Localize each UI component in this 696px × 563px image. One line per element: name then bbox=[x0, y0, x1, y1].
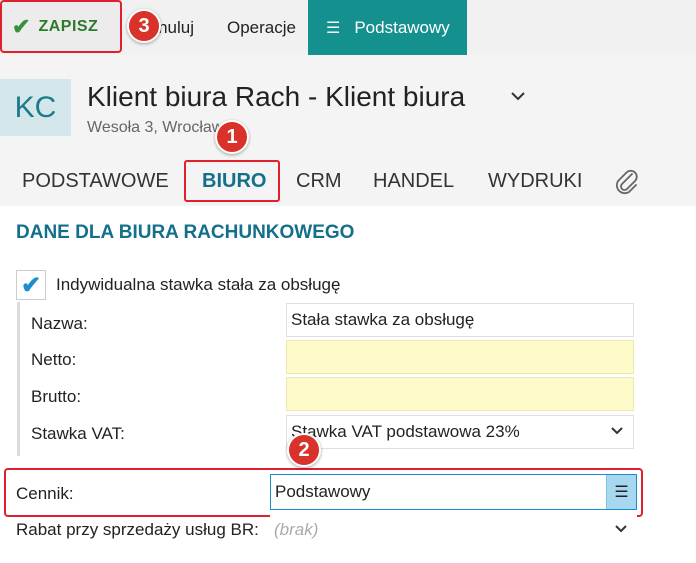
vat-select-value: Stawka VAT podstawowa 23% bbox=[291, 422, 520, 441]
hamburger-menu-icon: ☰ bbox=[326, 19, 341, 37]
individual-rate-row: ✔ Indywidualna stawka stała za obsługę bbox=[16, 270, 340, 300]
save-button[interactable]: ✔ ZAPISZ bbox=[0, 0, 122, 53]
chevron-down-icon bbox=[615, 520, 627, 538]
brutto-label: Brutto: bbox=[31, 387, 82, 406]
tab-bar: PODSTAWOWE BIURO CRM HANDEL WYDRUKI bbox=[0, 162, 696, 206]
annotation-badge-3: 3 bbox=[127, 9, 161, 43]
tab-biuro-highlight bbox=[184, 160, 280, 202]
cennik-value: Podstawowy bbox=[275, 482, 371, 501]
checkmark-icon: ✔ bbox=[12, 13, 31, 39]
toolbar: ✔ ZAPISZ ✕ Anuluj Operacje ☰ Podstawowy bbox=[0, 0, 696, 55]
section-title: DANE DLA BIURA RACHUNKOWEGO bbox=[16, 222, 355, 243]
checkmark-icon: ✔ bbox=[20, 271, 42, 299]
vat-label: Stawka VAT: bbox=[31, 424, 125, 443]
profile-label: Podstawowy bbox=[354, 17, 450, 37]
operations-label: Operacje bbox=[227, 17, 296, 37]
chevron-down-icon[interactable] bbox=[510, 85, 526, 108]
tab-podstawowe[interactable]: PODSTAWOWE bbox=[22, 170, 169, 193]
tab-handel[interactable]: HANDEL bbox=[373, 170, 454, 193]
record-header: KC Klient biura Rach - Klient biura Weso… bbox=[0, 55, 696, 162]
operations-menu[interactable]: Operacje bbox=[227, 0, 296, 55]
list-icon: ☰ bbox=[614, 484, 629, 501]
annotation-badge-1: 1 bbox=[215, 120, 249, 154]
nazwa-label: Nazwa: bbox=[31, 314, 88, 333]
rabat-select[interactable]: (brak) bbox=[270, 514, 637, 548]
brutto-field[interactable] bbox=[286, 377, 634, 411]
tab-crm[interactable]: CRM bbox=[296, 170, 342, 193]
cennik-field[interactable]: Podstawowy ☰ bbox=[270, 474, 637, 510]
avatar: KC bbox=[0, 79, 71, 136]
rabat-label: Rabat przy sprzedaży usług BR: bbox=[16, 520, 259, 539]
main-content: DANE DLA BIURA RACHUNKOWEGO ✔ Indywidual… bbox=[0, 206, 696, 563]
profile-menu-button[interactable]: ☰ Podstawowy bbox=[308, 0, 467, 55]
save-button-label: ZAPISZ bbox=[38, 17, 99, 35]
rabat-select-value: (brak) bbox=[274, 520, 319, 539]
paperclip-icon[interactable] bbox=[614, 168, 640, 201]
netto-label: Netto: bbox=[31, 350, 77, 369]
vat-select[interactable]: Stawka VAT podstawowa 23% bbox=[286, 415, 634, 449]
address-subtitle: Wesoła 3, Wrocław bbox=[87, 119, 224, 136]
individual-rate-label: Indywidualna stawka stała za obsługę bbox=[56, 275, 341, 294]
nazwa-field[interactable]: Stała stawka za obsługę bbox=[286, 303, 634, 337]
group-divider bbox=[17, 302, 20, 456]
tab-wydruki[interactable]: WYDRUKI bbox=[488, 170, 582, 193]
cennik-list-button[interactable]: ☰ bbox=[606, 475, 636, 509]
individual-rate-checkbox[interactable]: ✔ bbox=[16, 270, 46, 300]
cennik-label: Cennik: bbox=[16, 484, 74, 503]
page-title: Klient biura Rach - Klient biura bbox=[87, 81, 466, 112]
annotation-badge-2: 2 bbox=[287, 433, 321, 467]
chevron-down-icon bbox=[611, 422, 623, 440]
netto-field[interactable] bbox=[286, 340, 634, 374]
